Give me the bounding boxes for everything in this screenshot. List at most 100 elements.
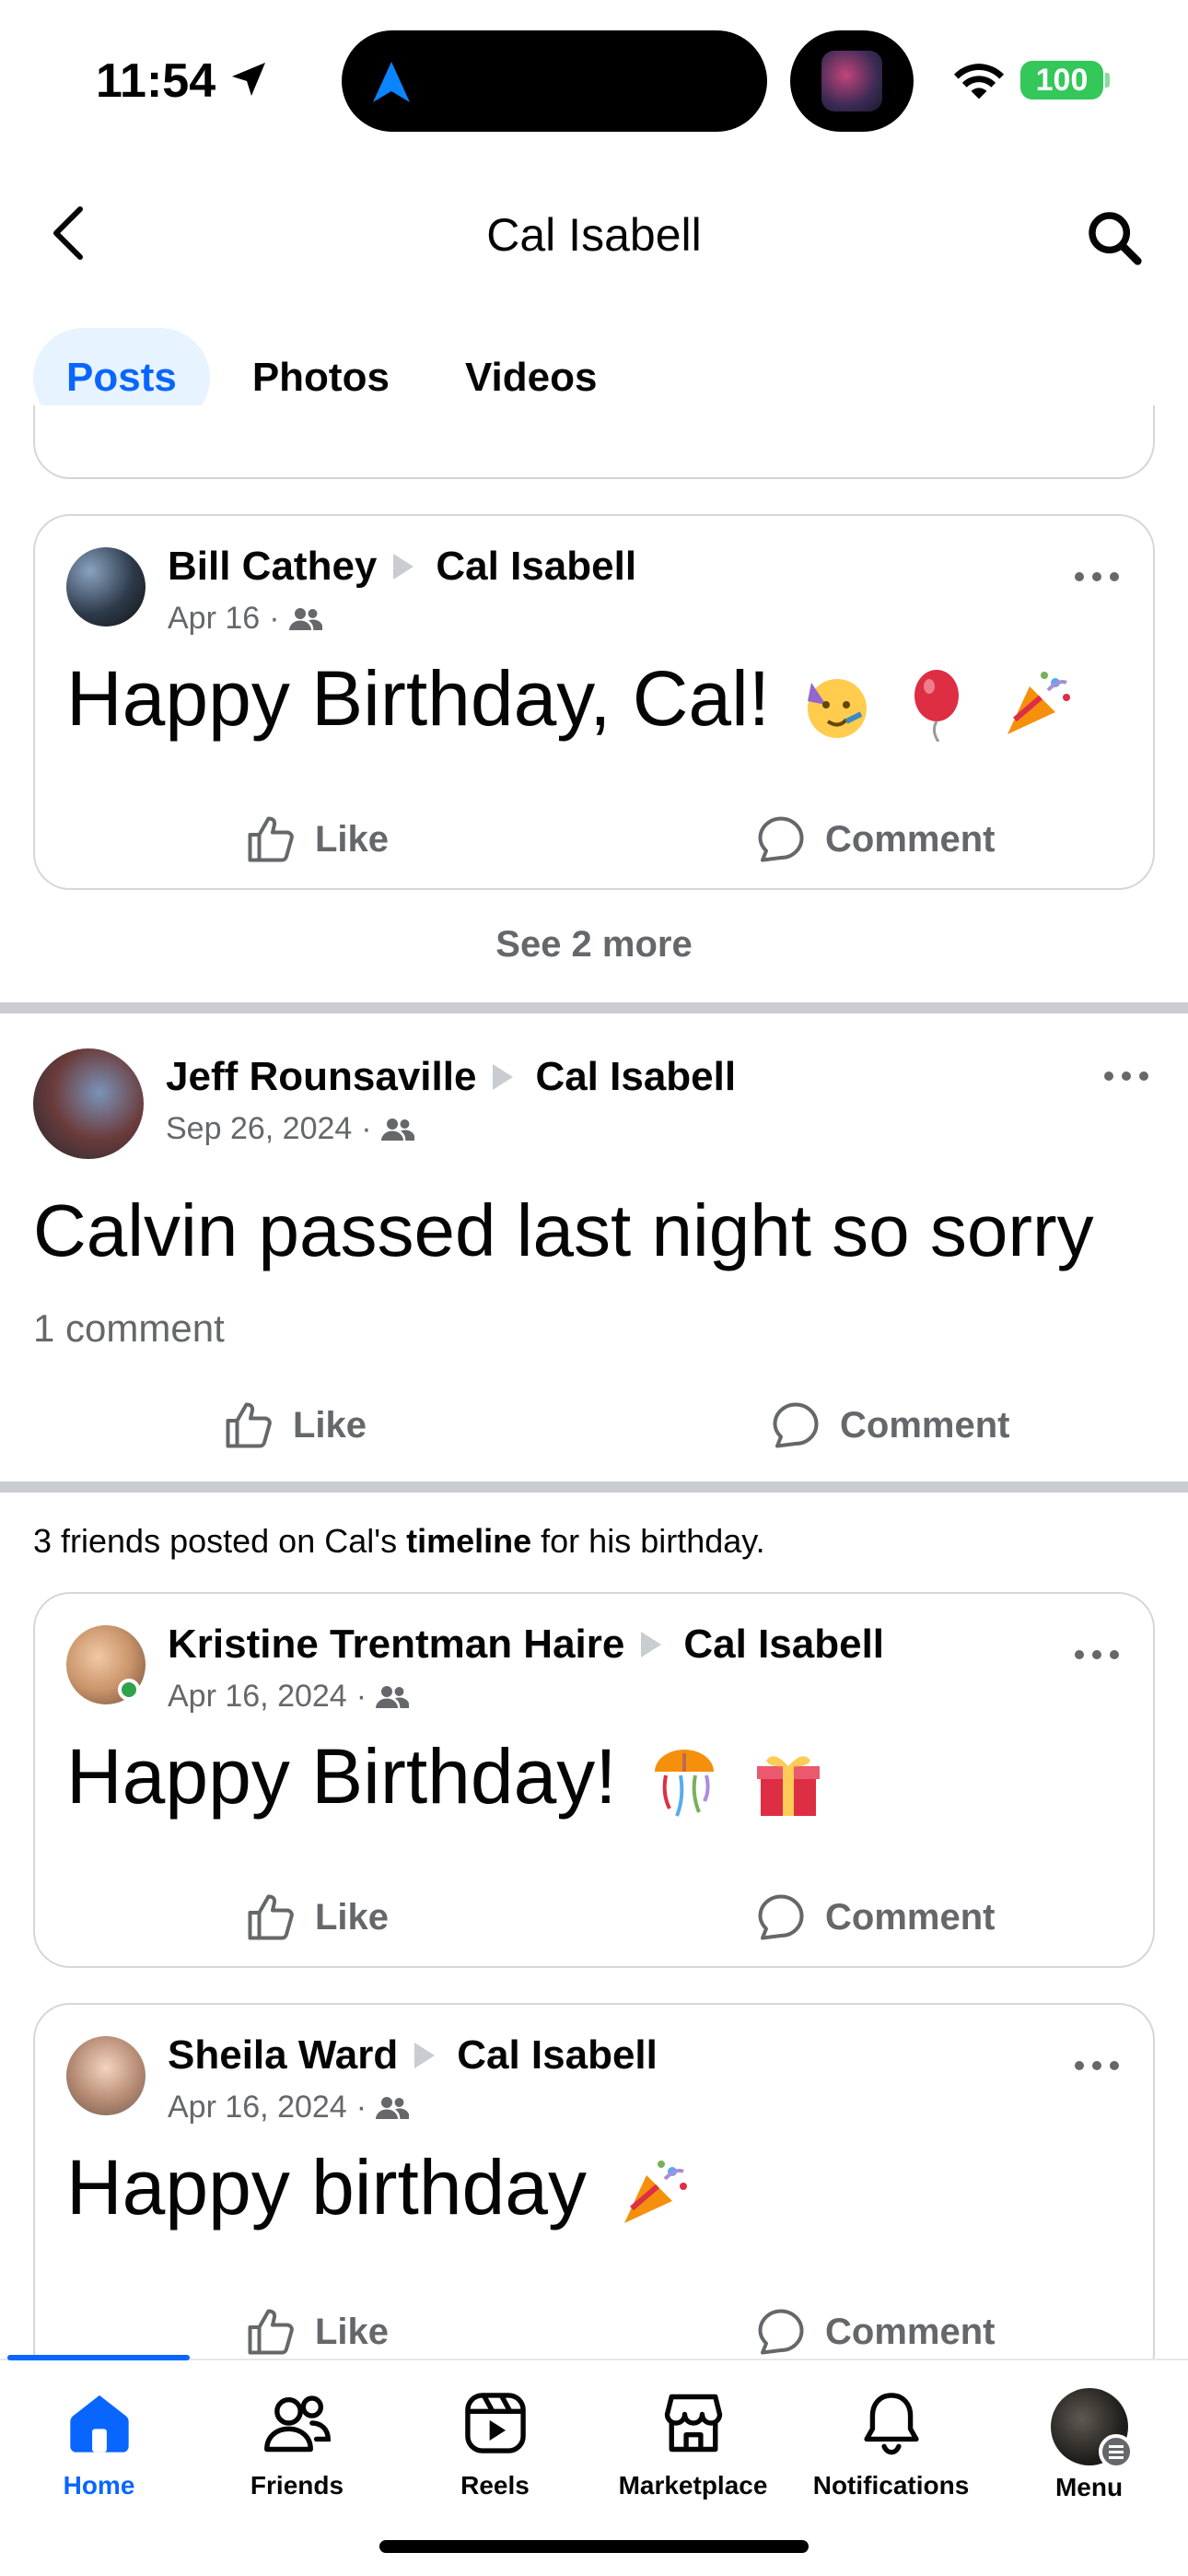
friends-icon <box>376 1685 410 1708</box>
nav-label: Home <box>63 2471 135 2500</box>
partying-face-emoji <box>808 678 868 738</box>
comment-label: Comment <box>825 1896 996 1938</box>
comment-button[interactable]: Comment <box>753 2300 995 2364</box>
post-meta: Apr 16, 2024 · <box>168 1679 410 1715</box>
thumbs-up-icon <box>248 816 294 862</box>
home-icon <box>69 2395 129 2453</box>
nav-label: Marketplace <box>618 2471 768 2500</box>
nav-home[interactable]: Home <box>0 2388 198 2500</box>
post-card: Sheila Ward Cal Isabell Apr 16, 2024 · H… <box>33 2003 1155 2390</box>
post-date[interactable]: Apr 16 <box>168 601 260 637</box>
dynamic-island <box>342 30 767 132</box>
now-playing-thumbnail <box>821 51 882 111</box>
post-author[interactable]: Kristine Trentman Haire <box>168 1622 624 1668</box>
avatar[interactable] <box>66 547 146 626</box>
party-popper-emoji <box>1007 671 1071 734</box>
comment-bubble-icon <box>773 1402 819 1448</box>
nav-marketplace[interactable]: Marketplace <box>594 2388 792 2500</box>
post-card: Kristine Trentman Haire Cal Isabell Apr … <box>33 1592 1155 1968</box>
nav-friends[interactable]: Friends <box>198 2388 396 2500</box>
location-arrow-icon <box>232 63 265 96</box>
post-author[interactable]: Bill Cathey <box>168 544 377 590</box>
online-status-dot <box>118 1679 140 1701</box>
like-label: Like <box>315 818 390 860</box>
birthday-summary: 3 friends posted on Cal's timeline for h… <box>33 1522 765 1561</box>
search-button[interactable] <box>1077 201 1151 275</box>
post-text: Happy Birthday! <box>66 1732 825 1821</box>
see-more-button[interactable]: See 2 more <box>0 924 1188 966</box>
balloon-emoji <box>914 669 959 742</box>
post-target[interactable]: Cal Isabell <box>436 544 636 590</box>
post-date[interactable]: Apr 16, 2024 <box>168 1679 347 1715</box>
like-label: Like <box>315 1896 390 1938</box>
avatar[interactable] <box>33 1048 144 1159</box>
thumbs-up-icon <box>248 2309 294 2355</box>
nav-menu[interactable]: Menu <box>990 2388 1188 2502</box>
post-target[interactable]: Cal Isabell <box>535 1054 736 1100</box>
like-button[interactable]: Like <box>243 1885 389 1950</box>
post-body: Happy Birthday! <box>66 1733 617 1820</box>
summary-suffix: for his birthday. <box>531 1522 765 1560</box>
now-playing-island <box>790 30 914 132</box>
page-header: Cal Isabell <box>0 184 1188 286</box>
nav-label: Friends <box>250 2471 344 2500</box>
post-author-line: Bill Cathey Cal Isabell <box>168 544 636 590</box>
meta-separator: · <box>355 1679 367 1714</box>
post-options-button[interactable] <box>1094 1058 1159 1095</box>
post-options-button[interactable] <box>1065 558 1129 595</box>
reels-icon <box>464 2393 526 2453</box>
post-date[interactable]: Apr 16, 2024 <box>168 2090 347 2125</box>
post-text: Happy Birthday, Cal! <box>66 654 1074 744</box>
post-options-button[interactable] <box>1065 2047 1129 2084</box>
comment-bubble-icon <box>758 1894 804 1940</box>
post-body: Happy birthday <box>66 2144 587 2231</box>
post-author-line: Sheila Ward Cal Isabell <box>168 2032 658 2078</box>
post-body: Calvin passed last night so sorry <box>33 1189 1094 1271</box>
meta-separator: · <box>361 1111 372 1146</box>
post-author-line: Jeff Rounsaville Cal Isabell <box>166 1054 736 1100</box>
like-button[interactable]: Like <box>243 807 389 872</box>
like-button[interactable]: Like <box>221 1393 367 1458</box>
bell-icon <box>863 2393 919 2455</box>
comment-button[interactable]: Comment <box>753 807 995 872</box>
previous-post-card-bottom <box>33 405 1155 479</box>
friends-icon <box>263 2395 331 2453</box>
post-meta: Apr 16, 2024 · <box>168 2090 410 2125</box>
wifi-icon <box>953 64 1005 100</box>
arrow-right-icon <box>641 1632 662 1657</box>
post-meta: Apr 16 · <box>168 601 322 637</box>
thumbs-up-icon <box>248 1894 294 1940</box>
post-options-button[interactable] <box>1065 1636 1129 1673</box>
avatar[interactable] <box>66 2036 146 2115</box>
menu-hamburger-icon <box>1098 2434 1134 2469</box>
meta-separator: · <box>355 2090 367 2125</box>
comment-count[interactable]: 1 comment <box>33 1306 225 1351</box>
post-author[interactable]: Jeff Rounsaville <box>166 1054 476 1100</box>
comment-bubble-icon <box>758 816 804 862</box>
comment-button[interactable]: Comment <box>768 1393 1009 1458</box>
home-indicator <box>379 2540 809 2553</box>
post-author-line: Kristine Trentman Haire Cal Isabell <box>168 1622 884 1668</box>
arrow-right-icon <box>414 2043 436 2068</box>
post-text: Happy birthday <box>66 2143 691 2232</box>
marketplace-icon <box>664 2394 722 2453</box>
comment-button[interactable]: Comment <box>753 1885 995 1950</box>
comment-label: Comment <box>825 818 996 860</box>
like-label: Like <box>315 2311 390 2352</box>
like-label: Like <box>293 1404 367 1446</box>
comment-label: Comment <box>840 1404 1010 1446</box>
summary-prefix: 3 friends posted on Cal's <box>33 1522 407 1560</box>
nav-reels[interactable]: Reels <box>396 2388 594 2500</box>
nav-notifications[interactable]: Notifications <box>792 2388 990 2500</box>
post-target[interactable]: Cal Isabell <box>457 2032 658 2078</box>
status-time: 11:54 <box>96 54 216 108</box>
post-author[interactable]: Sheila Ward <box>168 2032 398 2078</box>
friends-icon <box>376 2096 410 2119</box>
navigation-arrow-icon <box>373 62 410 102</box>
like-button[interactable]: Like <box>243 2300 389 2364</box>
comment-label: Comment <box>825 2311 996 2352</box>
summary-timeline-link[interactable]: timeline <box>406 1522 531 1560</box>
post-card: Bill Cathey Cal Isabell Apr 16 · Happy B… <box>33 514 1155 890</box>
post-target[interactable]: Cal Isabell <box>683 1622 884 1668</box>
post-date[interactable]: Sep 26, 2024 <box>166 1111 352 1147</box>
